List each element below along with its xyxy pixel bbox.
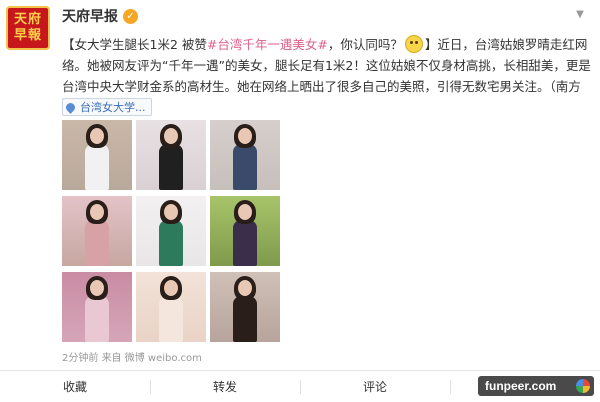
location-label: 台湾女大学...	[80, 101, 146, 114]
photo-thumbnail[interactable]	[136, 120, 206, 190]
smiley-emoji-icon	[404, 35, 423, 53]
topic-link[interactable]: #台湾千年一遇美女#	[207, 37, 328, 52]
photo-thumbnail[interactable]	[210, 272, 280, 342]
photo-thumbnail[interactable]	[136, 272, 206, 342]
photo-thumbnail[interactable]	[62, 196, 132, 266]
photo-thumbnail[interactable]	[62, 272, 132, 342]
author-name[interactable]: 天府早报	[62, 6, 118, 26]
photo-thumbnail[interactable]	[210, 120, 280, 190]
repost-label: 转发	[212, 380, 237, 394]
author-row: 天府早报 ✓	[62, 6, 138, 26]
photo-thumbnail[interactable]	[62, 120, 132, 190]
avatar[interactable]: 天府 早報	[6, 6, 50, 50]
post-text-part-1: 【女大学生腿长1米2 被赞	[62, 37, 207, 52]
comment-button[interactable]: 评论	[300, 371, 450, 402]
verified-icon: ✓	[123, 8, 138, 24]
comment-label: 评论	[362, 380, 387, 394]
post-text-part-2: ，你认同吗？	[327, 37, 403, 52]
post-meta: 2分钟前 来自 微博 weibo.com	[62, 349, 202, 364]
post-time[interactable]: 2分钟前	[62, 353, 98, 364]
from-label: 来自	[101, 353, 122, 364]
favorite-label: 收藏	[62, 380, 87, 394]
favorite-button[interactable]: 收藏	[0, 371, 150, 402]
watermark: funpeer.com	[478, 376, 594, 396]
location-pin-icon	[64, 100, 77, 114]
repost-button[interactable]: 转发	[150, 371, 300, 402]
post-source[interactable]: 微博 weibo.com	[125, 353, 202, 364]
chevron-down-icon[interactable]: ▼	[572, 8, 588, 22]
photo-thumbnail[interactable]	[210, 196, 280, 266]
photo-thumbnail[interactable]	[136, 196, 206, 266]
watermark-text: funpeer.com	[485, 379, 557, 393]
watermark-logo-icon	[576, 379, 590, 393]
location-tag[interactable]: 台湾女大学...	[62, 98, 152, 116]
avatar-line-2: 早報	[13, 28, 42, 43]
avatar-line-1: 天府	[13, 12, 42, 27]
